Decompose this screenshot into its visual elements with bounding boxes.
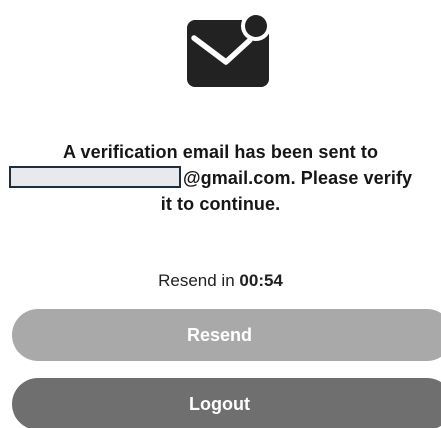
resend-button[interactable]: Resend <box>12 309 441 361</box>
resend-countdown-prefix: Resend in <box>158 271 235 290</box>
message-line-2: @gmail.com. Please verify <box>0 165 441 191</box>
email-verification-screen: A verification email has been sent to @g… <box>0 0 441 428</box>
mail-notification-icon <box>187 12 271 87</box>
countdown-value: 00:54 <box>239 271 283 290</box>
email-domain-text: @gmail.com. Please verify <box>183 168 413 188</box>
redacted-email-username <box>9 166 181 189</box>
logout-button[interactable]: Logout <box>12 378 441 428</box>
message-line-3: it to continue. <box>160 194 281 214</box>
verification-message: A verification email has been sent to @g… <box>0 139 441 217</box>
resend-countdown: Resend in 00:54 <box>0 269 441 293</box>
message-line-1: A verification email has been sent to <box>62 142 379 162</box>
